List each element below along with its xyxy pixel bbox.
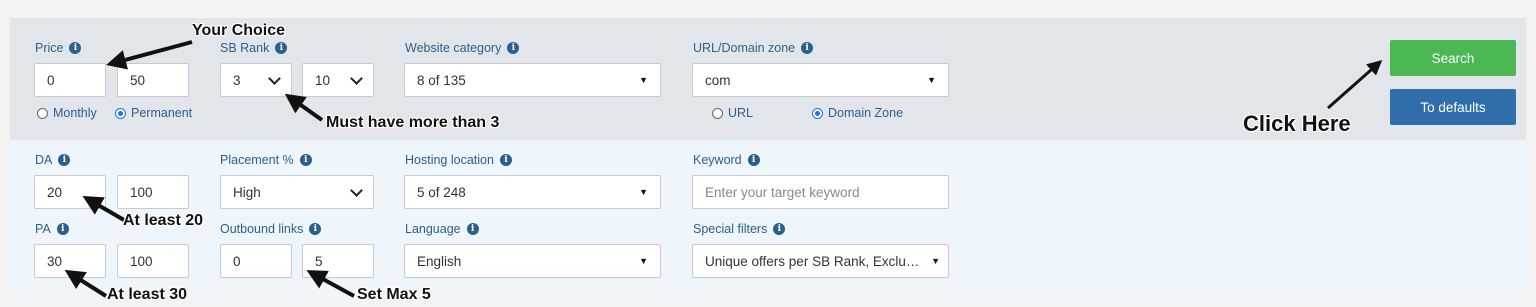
da-max-input[interactable]: 100 bbox=[117, 175, 189, 209]
radio-checked-icon bbox=[115, 107, 126, 119]
url-zone-select[interactable]: com ▼ bbox=[692, 63, 949, 97]
chevron-down-icon bbox=[268, 71, 281, 85]
annotation-outbound: Set Max 5 bbox=[357, 286, 431, 303]
info-icon[interactable]: i bbox=[801, 42, 814, 54]
info-icon[interactable]: i bbox=[747, 154, 760, 166]
annotation-click-here: Click Here bbox=[1243, 111, 1351, 136]
caret-down-icon: ▼ bbox=[927, 75, 936, 85]
radio-monthly[interactable]: Monthly bbox=[37, 106, 97, 120]
website-category-select[interactable]: 8 of 135 ▼ bbox=[404, 63, 661, 97]
caret-down-icon: ▼ bbox=[639, 75, 648, 85]
info-icon[interactable]: i bbox=[58, 154, 71, 166]
info-icon[interactable]: i bbox=[299, 154, 312, 166]
url-zone-label: URL/Domain zone i bbox=[693, 41, 814, 55]
info-icon[interactable]: i bbox=[773, 223, 786, 235]
website-category-label: Website category i bbox=[405, 41, 520, 55]
radio-circle-icon bbox=[712, 107, 723, 119]
hosting-location-label: Hosting location i bbox=[405, 153, 512, 167]
placement-select[interactable]: High bbox=[220, 175, 374, 209]
outbound-links-label: Outbound links i bbox=[220, 222, 322, 236]
annotation-your-choice: Your Choice bbox=[192, 22, 286, 39]
caret-down-icon: ▼ bbox=[931, 256, 940, 266]
radio-permanent[interactable]: Permanent bbox=[115, 106, 192, 120]
chevron-down-icon bbox=[350, 183, 363, 197]
price-label: Price i bbox=[35, 41, 82, 55]
radio-checked-icon bbox=[812, 107, 823, 119]
sb-rank-to-select[interactable]: 10 bbox=[302, 63, 374, 97]
info-icon[interactable]: i bbox=[69, 42, 82, 54]
outbound-max-input[interactable]: 5 bbox=[302, 244, 374, 278]
special-filters-select[interactable]: Unique offers per SB Rank, Exclu… ▼ bbox=[692, 244, 949, 278]
info-icon[interactable]: i bbox=[275, 42, 288, 54]
special-filters-label: Special filters i bbox=[693, 222, 786, 236]
language-label: Language i bbox=[405, 222, 479, 236]
pa-min-input[interactable]: 30 bbox=[34, 244, 106, 278]
price-min-input[interactable]: 0 bbox=[34, 63, 106, 97]
info-icon[interactable]: i bbox=[466, 223, 479, 235]
hosting-location-select[interactable]: 5 of 248 ▼ bbox=[404, 175, 661, 209]
annotation-sb-rank: Must have more than 3 bbox=[326, 114, 500, 131]
to-defaults-button[interactable]: To defaults bbox=[1390, 89, 1516, 125]
radio-domain-zone[interactable]: Domain Zone bbox=[812, 106, 903, 120]
info-icon[interactable]: i bbox=[309, 223, 322, 235]
sb-rank-from-select[interactable]: 3 bbox=[220, 63, 292, 97]
info-icon[interactable]: i bbox=[499, 154, 512, 166]
info-icon[interactable]: i bbox=[56, 223, 69, 235]
annotation-pa: At least 30 bbox=[107, 286, 188, 303]
sb-rank-label: SB Rank i bbox=[220, 41, 288, 55]
pa-label: PA i bbox=[35, 222, 69, 236]
da-label: DA i bbox=[35, 153, 71, 167]
keyword-label: Keyword i bbox=[693, 153, 760, 167]
radio-circle-icon bbox=[37, 107, 48, 119]
annotation-da: At least 20 bbox=[123, 212, 204, 229]
caret-down-icon: ▼ bbox=[639, 187, 648, 197]
outbound-min-input[interactable]: 0 bbox=[220, 244, 292, 278]
keyword-input[interactable]: Enter your target keyword bbox=[692, 175, 949, 209]
info-icon[interactable]: i bbox=[507, 42, 520, 54]
language-select[interactable]: English ▼ bbox=[404, 244, 661, 278]
pa-max-input[interactable]: 100 bbox=[117, 244, 189, 278]
caret-down-icon: ▼ bbox=[639, 256, 648, 266]
placement-label: Placement % i bbox=[220, 153, 312, 167]
da-min-input[interactable]: 20 bbox=[34, 175, 106, 209]
search-button[interactable]: Search bbox=[1390, 40, 1516, 76]
price-max-input[interactable]: 50 bbox=[117, 63, 189, 97]
radio-url[interactable]: URL bbox=[712, 106, 753, 120]
chevron-down-icon bbox=[350, 71, 363, 85]
